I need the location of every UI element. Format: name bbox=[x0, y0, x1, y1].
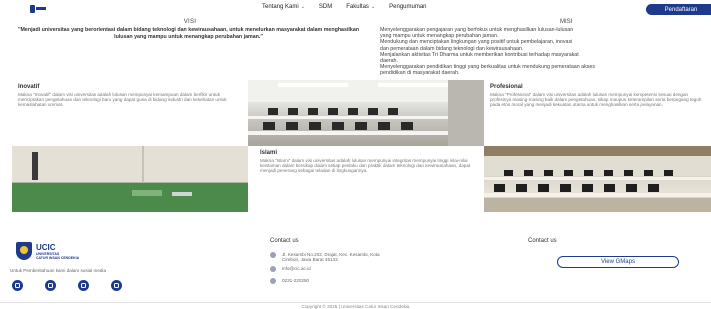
computer-lab-image-2 bbox=[484, 146, 711, 212]
copyright-text: Copyright © 2025 | Universitas Catur Ins… bbox=[301, 304, 410, 309]
nav-item-fakultas[interactable]: Fakultas ⌄ bbox=[346, 4, 375, 10]
value-card-profesional: Profesional Makna "Profesional" dalam vi… bbox=[484, 80, 711, 146]
nav-item-tentang-kami[interactable]: Tentang Kami ⌄ bbox=[262, 4, 305, 10]
footer-divider bbox=[0, 302, 711, 303]
view-gmaps-button[interactable]: View GMaps bbox=[557, 256, 679, 268]
contact-heading: Contact us bbox=[270, 238, 299, 244]
computer-lab-photo bbox=[248, 80, 484, 146]
chevron-down-icon: ⌄ bbox=[370, 4, 376, 10]
value-title: Profesional bbox=[490, 84, 523, 90]
value-card-inovatif: Inovatif Makna "Inovatif" dalam visi uni… bbox=[12, 80, 248, 146]
visi-heading: VISI bbox=[183, 19, 197, 25]
value-text: Makna "Islami" dalam visi universitas ad… bbox=[260, 158, 471, 174]
site-logo[interactable] bbox=[30, 4, 46, 13]
footer-brand: UCIC bbox=[36, 243, 56, 252]
location-icon bbox=[270, 252, 276, 258]
value-card-islami: Islami Makna "Islami" dalam visi univers… bbox=[248, 146, 484, 212]
value-text: Makna "Profesional" dalam visi universit… bbox=[490, 92, 702, 108]
phone-icon bbox=[270, 278, 276, 284]
footer-brand-sub: UNIVERSITAS CATUR INSAN CENDEKIA bbox=[36, 252, 80, 260]
visi-text: "Menjadi universitas yang berorientasi d… bbox=[17, 27, 360, 40]
contact-address: Jl. Kesambi No.202, Drajat, Kec. Kesambi… bbox=[270, 252, 380, 263]
value-text: Makna "Inovatif" dalam visi universitas … bbox=[18, 92, 227, 108]
classroom-image bbox=[12, 146, 248, 212]
value-title: Islami bbox=[260, 150, 278, 156]
university-seal-icon bbox=[16, 242, 32, 260]
navbar: Tentang Kami ⌄ SDM Fakultas ⌄ Pengumuman P… bbox=[0, 0, 711, 17]
values-grid: Inovatif Makna "Inovatif" dalam visi uni… bbox=[12, 80, 711, 212]
misi-line: pendidikan di masyarakat daerah. bbox=[380, 70, 460, 77]
chevron-down-icon: ⌄ bbox=[300, 4, 305, 10]
misi-heading: MISI bbox=[560, 19, 573, 25]
computer-lab-photo-2 bbox=[484, 146, 711, 212]
contact-email[interactable]: info@cic.ac.id bbox=[270, 266, 311, 272]
footer-logo[interactable]: UCIC UNIVERSITAS CATUR INSAN CENDEKIA bbox=[16, 240, 86, 262]
tiktok-icon[interactable] bbox=[111, 280, 122, 291]
facebook-icon[interactable] bbox=[45, 280, 56, 291]
footer-description: Untuk Pemberitahuan kami dalam sosial me… bbox=[10, 268, 107, 273]
nav-item-sdm[interactable]: SDM bbox=[319, 4, 332, 10]
mail-icon bbox=[270, 266, 276, 272]
misi-list: Menyelenggarakan pengajaran yang berfoku… bbox=[380, 27, 710, 77]
social-links bbox=[12, 280, 122, 291]
value-title: Inovatif bbox=[18, 84, 40, 90]
youtube-icon[interactable] bbox=[78, 280, 89, 291]
map-heading: Contact us bbox=[528, 238, 557, 244]
pendaftaran-button[interactable]: Pendaftaran bbox=[646, 4, 711, 15]
nav-menu: Tentang Kami ⌄ SDM Fakultas ⌄ Pengumuman bbox=[262, 4, 427, 10]
computer-lab-image bbox=[248, 80, 484, 146]
nav-item-pengumuman[interactable]: Pengumuman bbox=[389, 4, 426, 10]
contact-phone[interactable]: 0231-220250 bbox=[270, 278, 309, 284]
instagram-icon[interactable] bbox=[12, 280, 23, 291]
classroom-photo bbox=[12, 146, 248, 212]
